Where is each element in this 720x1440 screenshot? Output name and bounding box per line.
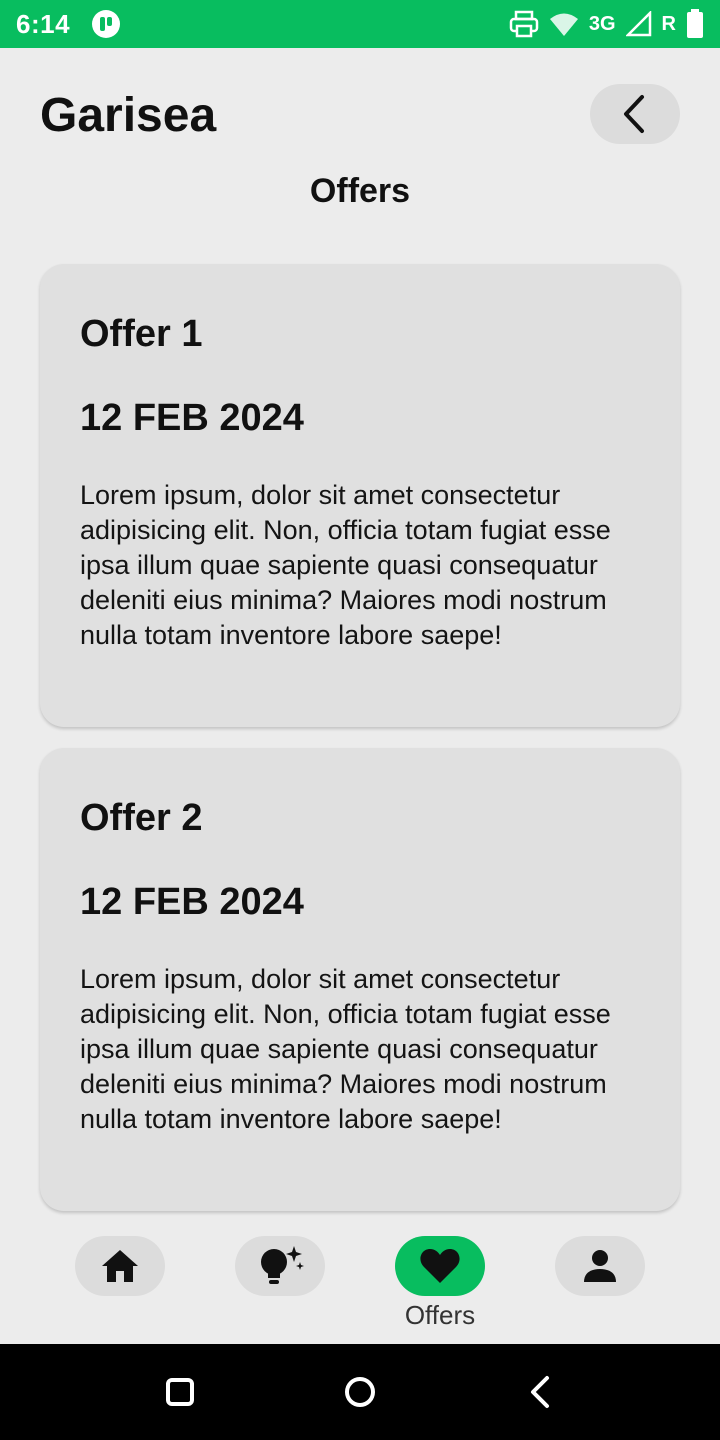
nav-ideas-button[interactable] bbox=[235, 1236, 325, 1296]
nav-profile-button[interactable] bbox=[555, 1236, 645, 1296]
app-title: Garisea bbox=[40, 89, 217, 142]
system-navigation-bar bbox=[0, 1344, 720, 1440]
bottom-navigation: Offers bbox=[0, 1218, 720, 1344]
offer-description: Lorem ipsum, dolor sit amet consectetur … bbox=[80, 964, 611, 1134]
signal-icon bbox=[625, 11, 651, 37]
person-icon bbox=[584, 1250, 616, 1282]
recents-button[interactable] bbox=[162, 1374, 198, 1410]
heart-icon bbox=[420, 1249, 460, 1283]
offer-date: 12 FEB 2024 bbox=[80, 397, 304, 439]
back-button[interactable] bbox=[590, 84, 680, 144]
nav-offers-label: Offers bbox=[404, 1300, 476, 1330]
back-system-button[interactable] bbox=[522, 1374, 558, 1410]
recents-square-icon bbox=[166, 1378, 194, 1406]
status-bar: 6:14 3G R bbox=[0, 0, 720, 48]
chevron-left-icon bbox=[624, 95, 644, 133]
print-icon bbox=[509, 10, 539, 38]
offer-date: 12 FEB 2024 bbox=[80, 881, 304, 923]
offer-name: Offer 2 bbox=[80, 797, 203, 839]
lightbulb-sparkle-icon bbox=[261, 1246, 304, 1284]
home-icon bbox=[102, 1250, 138, 1282]
offer-card[interactable]: Offer 2 12 FEB 2024 Lorem ipsum, dolor s… bbox=[40, 748, 680, 1211]
offer-card[interactable]: Offer 1 12 FEB 2024 Lorem ipsum, dolor s… bbox=[40, 264, 680, 727]
offer-description: Lorem ipsum, dolor sit amet consectetur … bbox=[80, 480, 611, 650]
status-time: 6:14 bbox=[16, 8, 71, 39]
nav-home-button[interactable] bbox=[75, 1236, 165, 1296]
back-triangle-icon bbox=[531, 1376, 549, 1408]
roaming-label: R bbox=[661, 12, 676, 35]
status-icons: 3G R bbox=[509, 9, 704, 39]
offer-name: Offer 1 bbox=[80, 313, 203, 355]
wifi-icon bbox=[549, 13, 578, 36]
network-type-label: 3G bbox=[588, 12, 616, 35]
home-circle-icon bbox=[345, 1377, 375, 1407]
app-notification-icon bbox=[92, 10, 121, 38]
battery-icon bbox=[687, 9, 703, 38]
home-system-button[interactable] bbox=[342, 1374, 378, 1410]
page-title: Offers bbox=[309, 172, 411, 210]
nav-offers-button[interactable] bbox=[395, 1236, 485, 1296]
